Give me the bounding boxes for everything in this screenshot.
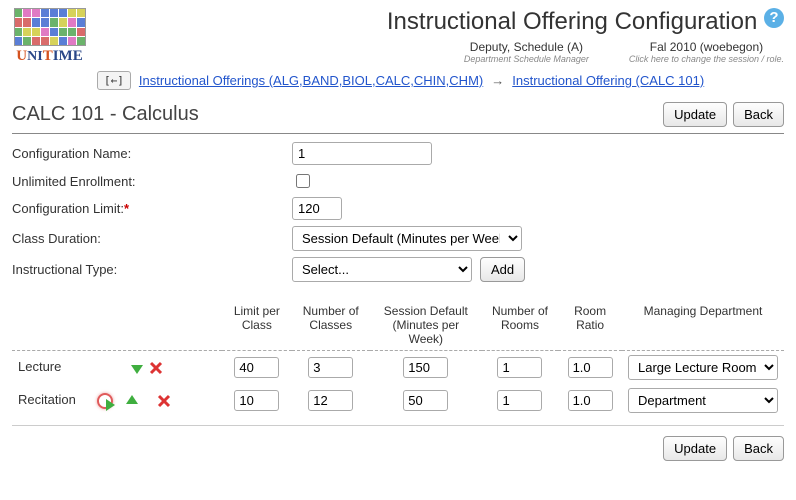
config-limit-input[interactable]: [292, 197, 342, 220]
limit-input[interactable]: [234, 390, 279, 411]
num-rooms-input[interactable]: [497, 390, 542, 411]
room-ratio-input[interactable]: [568, 390, 613, 411]
user-role: Department Schedule Manager: [464, 54, 589, 64]
manage-dept-select[interactable]: Department: [628, 388, 778, 413]
user-name: Deputy, Schedule (A): [464, 40, 589, 54]
page-title: Instructional Offering Configuration ?: [87, 8, 784, 36]
delete-icon[interactable]: [148, 360, 164, 376]
session-switcher[interactable]: Fal 2010 (woebegon) Click here to change…: [629, 40, 784, 64]
breadcrumb: [←] Instructional Offerings (ALG,BAND,BI…: [12, 71, 784, 90]
manage-dept-select[interactable]: Large Lecture Room: [628, 355, 778, 380]
indent-right-icon[interactable]: [97, 393, 113, 409]
back-button-bottom[interactable]: Back: [733, 436, 784, 461]
move-down-icon[interactable]: [129, 360, 145, 376]
config-name-input[interactable]: [292, 142, 432, 165]
update-button[interactable]: Update: [663, 102, 727, 127]
instructional-type-label: Instructional Type:: [12, 262, 292, 277]
col-room-ratio: Room Ratio: [558, 300, 622, 351]
row-label: Recitation: [18, 392, 76, 407]
unlimited-enrollment-checkbox[interactable]: [296, 174, 310, 188]
session-hint: Click here to change the session / role.: [629, 54, 784, 64]
room-ratio-input[interactable]: [568, 357, 613, 378]
move-up-icon[interactable]: [124, 393, 140, 409]
limit-input[interactable]: [234, 357, 279, 378]
back-button[interactable]: Back: [733, 102, 784, 127]
session-default-input[interactable]: [403, 357, 448, 378]
row-label: Lecture: [18, 359, 61, 374]
num-rooms-input[interactable]: [497, 357, 542, 378]
class-duration-label: Class Duration:: [12, 231, 292, 246]
col-num-classes: Number of Classes: [292, 300, 370, 351]
breadcrumb-sep-arrow: →: [491, 73, 504, 88]
update-button-bottom[interactable]: Update: [663, 436, 727, 461]
help-icon[interactable]: ?: [764, 8, 784, 28]
session-label: Fal 2010 (woebegon): [629, 40, 784, 54]
app-logo: UNITIME: [12, 8, 87, 65]
table-row: Lecture Large Lecture Room: [12, 351, 784, 385]
unlimited-enrollment-label: Unlimited Enrollment:: [12, 174, 292, 189]
delete-icon[interactable]: [156, 393, 172, 409]
col-num-rooms: Number of Rooms: [482, 300, 558, 351]
session-default-input[interactable]: [403, 390, 448, 411]
logo-grid: [14, 8, 86, 46]
add-button[interactable]: Add: [480, 257, 525, 282]
breadcrumb-link-offerings[interactable]: Instructional Offerings (ALG,BAND,BIOL,C…: [139, 73, 483, 88]
breadcrumb-back-button[interactable]: [←]: [97, 71, 131, 90]
config-name-label: Configuration Name:: [12, 146, 292, 161]
logo-text: UNITIME: [16, 48, 82, 65]
breadcrumb-link-offering[interactable]: Instructional Offering (CALC 101): [512, 73, 704, 88]
instructional-type-select[interactable]: Select...: [292, 257, 472, 282]
num-classes-input[interactable]: [308, 357, 353, 378]
config-limit-label: Configuration Limit:*: [12, 201, 292, 216]
table-row: Recitation: [12, 384, 784, 417]
col-manage-dept: Managing Department: [622, 300, 784, 351]
class-duration-select[interactable]: Session Default (Minutes per Week): [292, 226, 522, 251]
col-session-default: Session Default (Minutes per Week): [370, 300, 482, 351]
col-limit: Limit per Class: [222, 300, 292, 351]
offering-heading: CALC 101 - Calculus: [12, 103, 199, 126]
num-classes-input[interactable]: [308, 390, 353, 411]
